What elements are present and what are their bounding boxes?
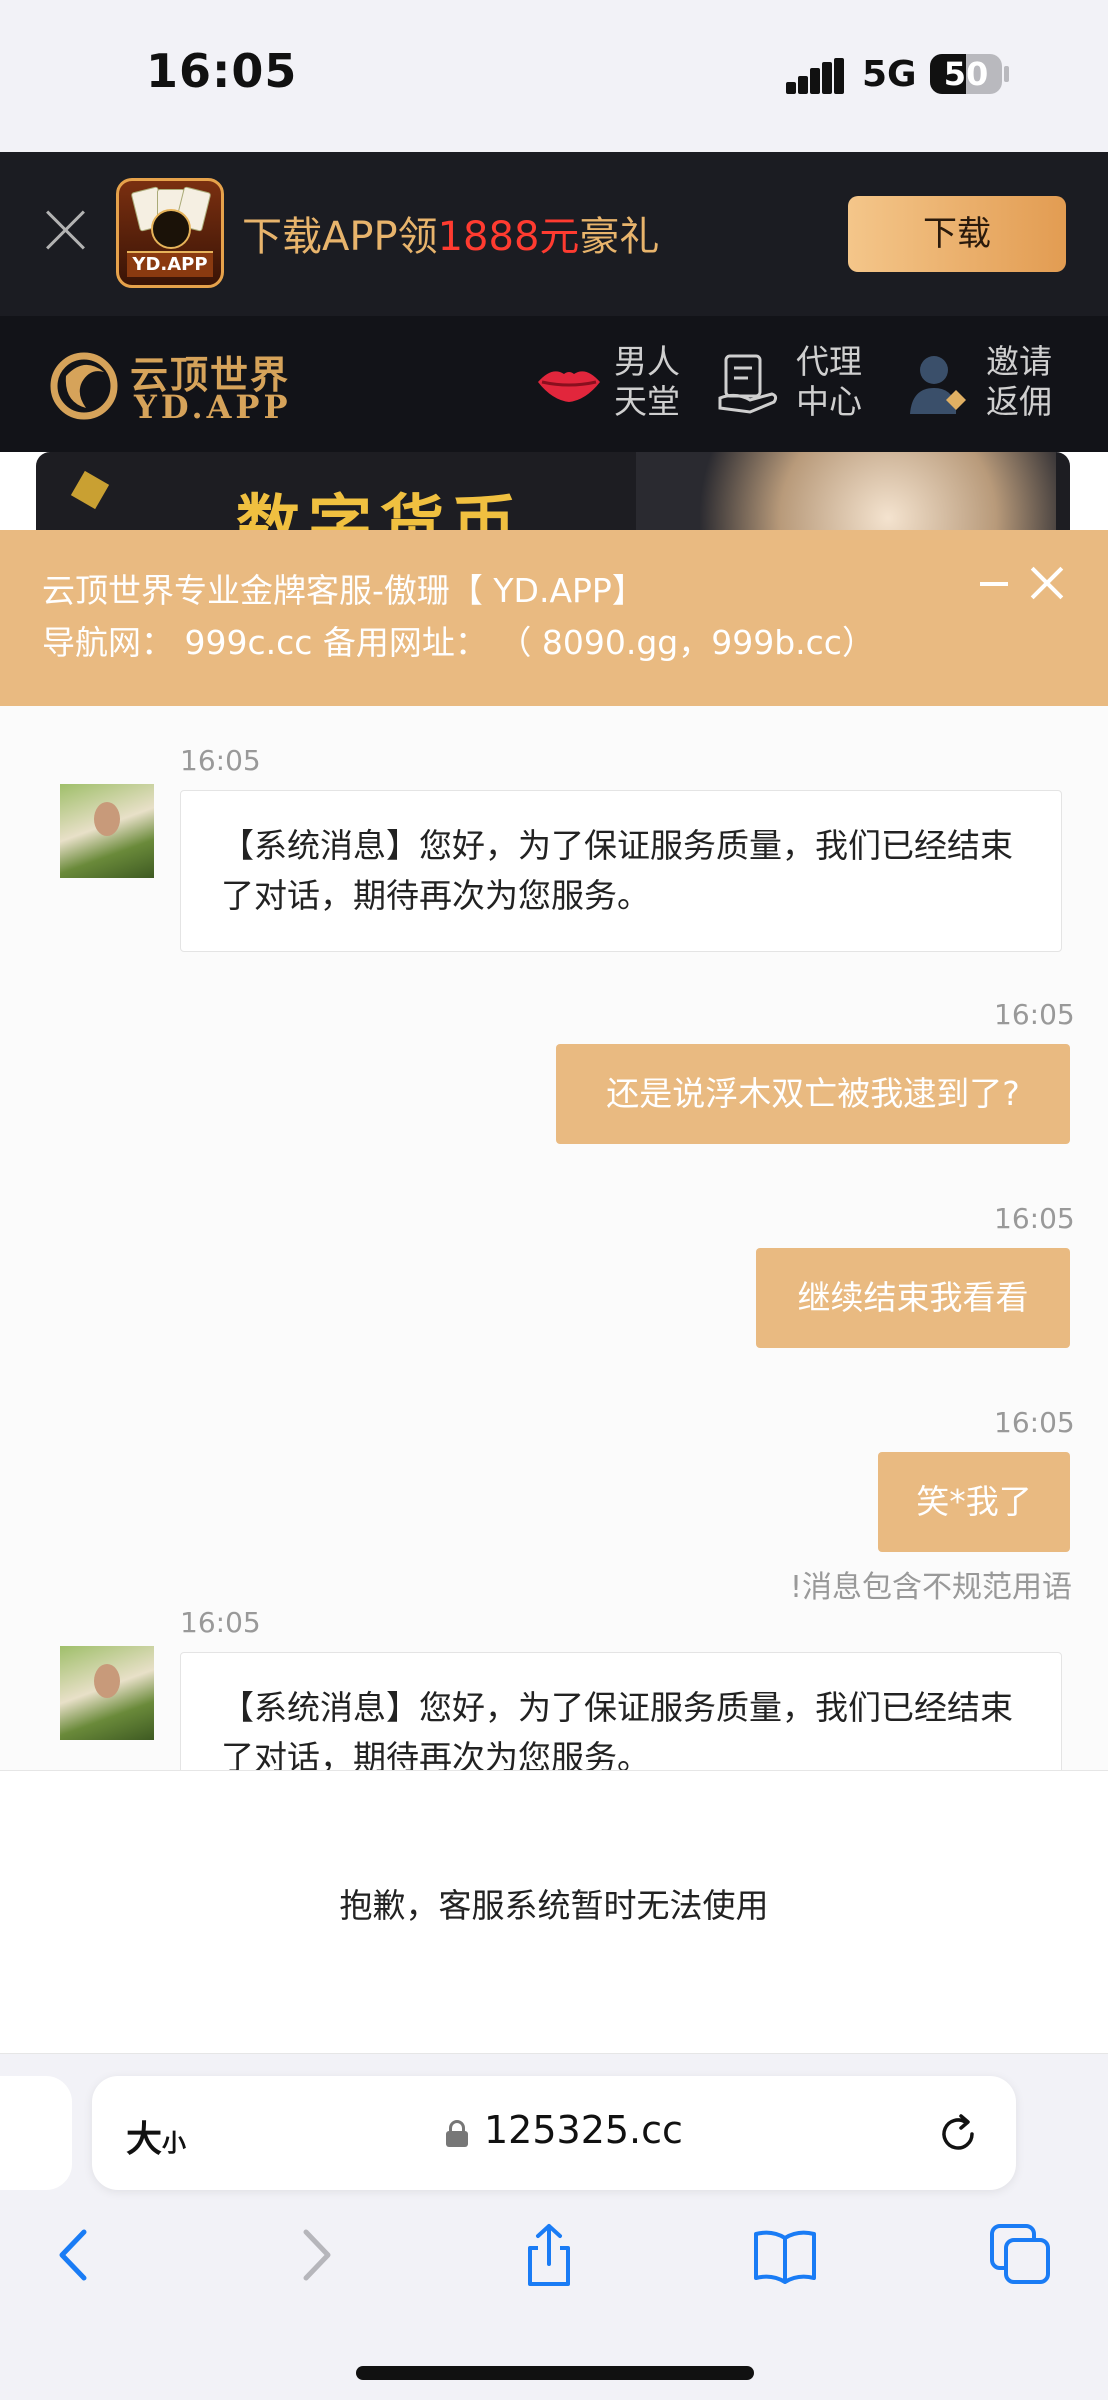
promo-prefix: 下载APP领 xyxy=(242,214,438,260)
nav-link-label: 代理 中心 xyxy=(796,342,876,422)
close-banner-icon[interactable] xyxy=(44,208,88,252)
agent-message: 【系统消息】您好，为了保证服务质量，我们已经结束了对话，期待再次为您服务。 xyxy=(180,790,1062,952)
agent-icon xyxy=(718,354,778,414)
chat-title: 云顶世界专业金牌客服-傲珊【 YD.APP】 xyxy=(42,571,645,610)
message-time: 16:05 xyxy=(180,1606,261,1639)
battery-level: 50 xyxy=(943,55,989,93)
chat-header: 云顶世界专业金牌客服-傲珊【 YD.APP】 导航网： 999c.cc 备用网址… xyxy=(0,530,1108,706)
text-size-button[interactable]: 大小 xyxy=(126,2110,186,2162)
battery-icon: 50 xyxy=(930,54,1002,94)
site-logo-icon[interactable] xyxy=(46,346,122,422)
nav-link-line1: 代理 xyxy=(796,342,862,381)
url-text[interactable]: 125325.cc xyxy=(484,2108,683,2152)
message-time: 16:05 xyxy=(994,1406,1075,1439)
nav-link-label: 邀请 返佣 xyxy=(986,342,1066,422)
invite-icon xyxy=(910,356,966,414)
cellular-signal-icon xyxy=(786,58,844,94)
previous-tab-peek[interactable] xyxy=(0,2076,72,2190)
user-message: 还是说浮木双亡被我逮到了? xyxy=(556,1044,1070,1144)
agent-message: 【系统消息】您好，为了保证服务质量，我们已经结束了对话，期待再次为您服务。 xyxy=(180,1652,1062,1770)
nav-link-line1: 男人 xyxy=(614,342,680,381)
nav-link-label: 男人 天堂 xyxy=(614,342,694,422)
user-message: 继续结束我看看 xyxy=(756,1248,1070,1348)
download-button[interactable]: 下载 xyxy=(848,196,1066,272)
agent-avatar xyxy=(60,784,154,878)
battery-cap xyxy=(1004,66,1009,82)
message-time: 16:05 xyxy=(994,998,1075,1031)
hero-image xyxy=(636,452,1056,532)
chat-messages[interactable]: 16:05 【系统消息】您好，为了保证服务质量，我们已经结束了对话，期待再次为您… xyxy=(0,706,1108,1770)
status-bar: 16:05 5G 50 xyxy=(0,0,1108,152)
app-download-banner: YD.APP 下载APP领1888元豪礼 下载 xyxy=(0,152,1108,316)
service-unavailable-panel: 抱歉，客服系统暂时无法使用 xyxy=(0,1770,1108,2054)
nav-link-line1: 邀请 xyxy=(986,342,1052,381)
address-bar[interactable]: 大小 125325.cc xyxy=(92,2076,1016,2190)
forward-icon[interactable] xyxy=(282,2222,348,2288)
message-time: 16:05 xyxy=(180,744,261,777)
download-promo-text: 下载APP领1888元豪礼 xyxy=(242,204,659,262)
promo-suffix: 豪礼 xyxy=(579,214,660,260)
back-icon[interactable] xyxy=(42,2222,108,2288)
bookmarks-icon[interactable] xyxy=(752,2222,818,2288)
lips-icon xyxy=(538,371,600,402)
service-unavailable-text: 抱歉，客服系统暂时无法使用 xyxy=(339,1886,769,1925)
chat-subtitle: 导航网： 999c.cc 备用网址： （ 8090.gg，999b.cc） xyxy=(42,623,875,662)
promo-hero-banner[interactable]: 数字货币 xyxy=(36,452,1070,532)
hero-text: 数字货币 xyxy=(236,489,524,532)
site-logo-en: YD.APP xyxy=(134,388,292,426)
lock-icon xyxy=(446,2120,468,2147)
reload-icon[interactable] xyxy=(936,2112,980,2156)
decoration-cube xyxy=(70,470,110,510)
nav-link-line2: 中心 xyxy=(796,382,862,421)
message-time: 16:05 xyxy=(994,1202,1075,1235)
status-time: 16:05 xyxy=(146,44,298,98)
browser-toolbar: 大小 125325.cc xyxy=(0,2054,1108,2400)
promo-amount: 1888元 xyxy=(437,214,580,260)
text-size-large: 大 xyxy=(126,2119,163,2160)
share-icon[interactable] xyxy=(516,2222,582,2288)
text-size-small: 小 xyxy=(162,2129,187,2157)
nav-link-line2: 返佣 xyxy=(986,382,1052,421)
agent-avatar xyxy=(60,1646,154,1740)
tabs-icon[interactable] xyxy=(988,2222,1054,2288)
app-icon: YD.APP xyxy=(116,178,224,288)
close-chat-icon[interactable] xyxy=(1030,566,1064,600)
site-header: 云顶世界 YD.APP 男人 天堂 代理 中心 邀请 返佣 xyxy=(0,316,1108,452)
emblem-icon xyxy=(151,209,191,249)
home-indicator xyxy=(356,2366,754,2380)
user-message: 笑*我了 xyxy=(878,1452,1070,1552)
minimize-icon[interactable] xyxy=(980,572,1012,596)
network-type: 5G xyxy=(862,54,917,95)
app-icon-label: YD.APP xyxy=(127,251,213,277)
message-warning: !消息包含不规范用语 xyxy=(789,1570,1072,1605)
nav-link-line2: 天堂 xyxy=(614,382,680,421)
